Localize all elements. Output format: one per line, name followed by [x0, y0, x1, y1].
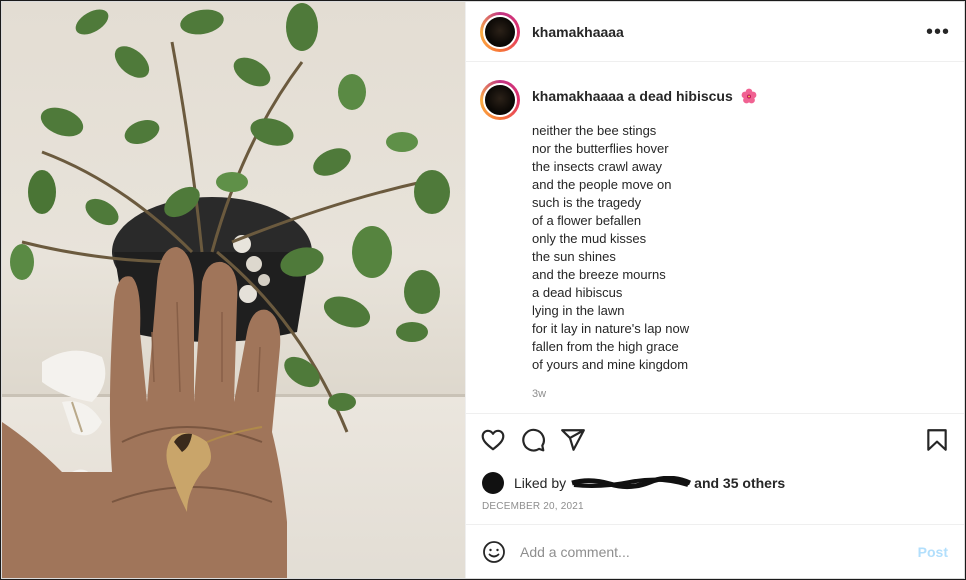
post-comment-button[interactable]: Post: [918, 544, 948, 560]
poem-line: of a flower befallen: [532, 213, 642, 228]
caption-title: a dead hibiscus: [627, 88, 733, 104]
poem-line: such is the tragedy: [532, 195, 642, 210]
post-header: khamakhaaaa •••: [466, 2, 964, 62]
avatar-image: [483, 83, 517, 117]
post-dialog: khamakhaaaa ••• khamakhaaaa a dead hibis…: [1, 1, 965, 579]
caption-poem: neither the bee stings nor the butterflie…: [532, 122, 757, 374]
poem-line: and the people move on: [532, 177, 672, 192]
more-horizontal-icon[interactable]: •••: [926, 22, 950, 42]
poem-line: of yours and mine kingdom: [532, 357, 689, 372]
heart-icon[interactable]: [480, 427, 506, 453]
post-date[interactable]: DECEMBER 20, 2021: [466, 501, 964, 524]
avatar-image: [483, 14, 517, 49]
comment-input[interactable]: [520, 543, 910, 560]
post-photo[interactable]: [2, 2, 465, 578]
post-side-panel: khamakhaaaa ••• khamakhaaaa a dead hibis…: [465, 2, 964, 578]
plant-and-hand-illustration: [2, 3, 450, 578]
liker-avatar[interactable]: [482, 472, 504, 494]
caption-row: khamakhaaaa a dead hibiscus neither the …: [480, 80, 950, 400]
caption-avatar[interactable]: [480, 80, 520, 120]
poem-line: for it lay in nature's lap now: [532, 321, 690, 336]
author-username[interactable]: khamakhaaaa: [532, 24, 624, 40]
author-avatar[interactable]: [480, 11, 520, 52]
emoji-picker-icon[interactable]: [482, 540, 506, 564]
caption-area: khamakhaaaa a dead hibiscus neither the …: [466, 62, 964, 413]
poem-line: neither the bee stings: [532, 123, 657, 138]
post-time-ago[interactable]: 3w: [532, 388, 757, 400]
poem-line: the insects crawl away: [532, 159, 663, 174]
caption-body: khamakhaaaa a dead hibiscus neither the …: [532, 80, 757, 400]
hibiscus-emoji-icon: [741, 88, 757, 104]
poem-line: fallen from the high grace: [532, 339, 679, 354]
poem-line: the sun shines: [532, 249, 616, 264]
poem-line: only the mud kisses: [532, 231, 647, 246]
likes-others-link[interactable]: and 35 others: [694, 475, 785, 491]
comment-bar: Post: [466, 524, 964, 578]
poem-line: lying in the lawn: [532, 303, 625, 318]
caption-heading: khamakhaaaa a dead hibiscus: [532, 88, 757, 104]
likes-row: Liked by and 35 others: [466, 465, 964, 501]
liked-by-label: Liked by: [514, 475, 567, 491]
caption-username[interactable]: khamakhaaaa: [532, 88, 624, 104]
poem-line: a dead hibiscus: [532, 285, 623, 300]
poem-line: and the breeze mourns: [532, 267, 666, 282]
poem-line: nor the butterflies hover: [532, 141, 669, 156]
action-bar: [466, 413, 964, 465]
redacted-username-scribble: [571, 476, 692, 490]
bookmark-icon[interactable]: [924, 427, 950, 453]
share-icon[interactable]: [560, 427, 586, 453]
comment-icon[interactable]: [520, 427, 546, 453]
